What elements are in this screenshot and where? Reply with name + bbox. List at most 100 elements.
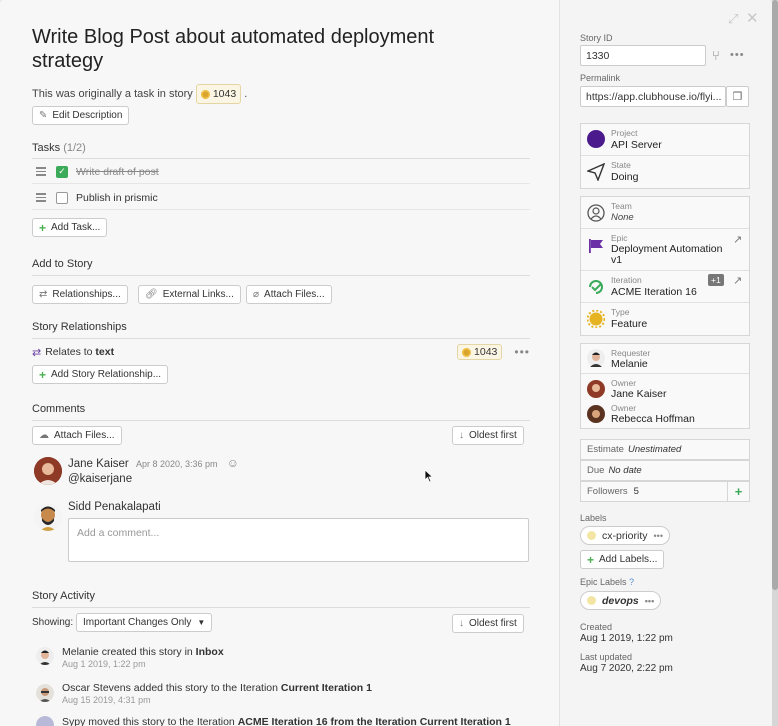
more-options-icon[interactable]: ••• [645,596,654,606]
story-title[interactable]: Write Blog Post about automated deployme… [32,25,502,73]
label-chip[interactable]: cx-priority ••• [580,526,670,545]
expand-icon[interactable]: ⤢ [728,11,738,27]
task-row[interactable]: Publish in prismic [32,186,530,210]
activity-action: moved this story to the Iteration [88,716,235,726]
activity-actor[interactable]: Sypy [62,716,85,726]
scrollbar[interactable] [772,0,778,726]
close-icon[interactable]: ✕ [746,9,759,27]
avatar [587,405,605,423]
more-options-icon[interactable]: ••• [514,345,530,359]
comments-sort-button[interactable]: ↓ Oldest first [452,426,524,445]
followers-count: 5 [633,486,639,497]
task-checkbox[interactable] [56,191,68,204]
avatar [36,647,54,665]
smiley-icon[interactable]: ☺ [227,456,239,470]
activity-when: Aug 1 2019, 1:22 pm [62,659,146,669]
add-story-relationship-button[interactable]: + Add Story Relationship... [32,365,169,384]
origin-story-chip[interactable]: 1043 [195,84,242,104]
comments-attach-files-button[interactable]: ☁ Attach Files... [32,426,122,445]
scrollbar-thumb[interactable] [772,0,778,590]
external-link-icon[interactable]: ↗ [733,233,742,246]
type-field[interactable]: Type Feature [581,303,749,335]
epic-label-chip[interactable]: devops ••• [580,591,662,610]
relationships-button[interactable]: ⇄ Relationships... [32,285,128,304]
estimate-field[interactable]: Estimate Unestimated [580,439,750,460]
drag-handle-icon[interactable] [36,167,46,176]
avatar [587,349,605,367]
add-task-button[interactable]: + Add Task... [32,218,108,237]
avatar [34,457,62,485]
type-value: Feature [611,318,648,330]
project-circle-icon [587,130,605,148]
story-id-field[interactable]: 1330 [580,45,706,66]
created-value: Aug 1 2019, 1:22 pm [580,633,673,644]
iteration-value: ACME Iteration 16 [611,286,697,298]
requester-sub: Requester [611,348,651,358]
story-sidebar: ⤢ ✕ Story ID 1330 ⑂ ••• Permalink https:… [559,0,772,726]
related-story-chip[interactable]: 1043 [457,344,503,360]
comment-input[interactable]: Add a comment... [68,518,529,562]
activity-sort-button[interactable]: ↓ Oldest first [452,614,524,633]
mouse-cursor-icon [424,469,434,483]
feature-gear-icon [587,310,605,328]
estimate-label: Estimate [587,444,624,455]
updated-label: Last updated [580,652,633,662]
comment-author[interactable]: Jane Kaiser [68,458,129,470]
permalink-label: Permalink [580,73,621,83]
comments-attach-label: Attach Files... [54,430,115,441]
avatar [36,684,54,702]
task-label[interactable]: Publish in prismic [76,192,158,204]
paperclip-icon: ⌀ [253,289,260,300]
branch-icon[interactable]: ⑂ [712,48,720,63]
tasks-count: (1/2) [63,142,86,154]
add-labels-button[interactable]: + Add Labels... [580,550,665,569]
feature-gear-icon [200,89,210,99]
story-relationships-heading: Story Relationships [32,321,127,333]
iteration-field[interactable]: Iteration ACME Iteration 16 +1 ↗ [581,271,749,303]
team-epic-box: Team None Epic Deployment Automation v1 … [580,196,750,336]
arrow-down-icon: ↓ [459,430,464,441]
state-field[interactable]: State Doing [581,156,749,188]
owner-value: Jane Kaiser [611,388,667,400]
activity-target[interactable]: Inbox [196,646,224,658]
owner-sub: Owner [611,403,637,413]
external-links-button[interactable]: 🔗︎ External Links... [138,285,241,304]
permalink-field[interactable]: https://app.clubhouse.io/flyi... [580,86,726,107]
add-to-story-heading: Add to Story [32,258,93,270]
pencil-icon: ✎ [39,110,48,121]
attach-files-button[interactable]: ⌀ Attach Files... [246,285,332,304]
add-follower-icon[interactable]: + [727,482,749,501]
task-label[interactable]: Write draft of post [76,166,159,178]
task-row[interactable]: ✓ Write draft of post [32,160,530,184]
epic-field[interactable]: Epic Deployment Automation v1 ↗ [581,229,749,271]
activity-actor[interactable]: Oscar Stevens [62,682,131,694]
requester-value: Melanie [611,358,648,370]
relates-prefix: Relates to [45,346,93,358]
project-field[interactable]: Project API Server [581,124,749,156]
help-icon[interactable]: ? [629,577,634,587]
activity-filter-select[interactable]: Important Changes Only ▼ [76,613,213,632]
epic-labels-heading-text: Epic Labels [580,577,627,587]
activity-target[interactable]: ACME Iteration 16 from the Iteration Cur… [238,716,511,726]
activity-filter-value: Important Changes Only [83,617,192,628]
attach-files-label: Attach Files... [264,289,325,300]
epic-label-name: devops [602,594,639,607]
team-field[interactable]: Team None [581,197,749,229]
swap-arrows-icon: ⇄ [39,289,48,300]
activity-target[interactable]: Current Iteration 1 [281,682,372,694]
edit-description-button[interactable]: ✎ Edit Description [32,106,130,125]
activity-actor[interactable]: Melanie [62,646,99,658]
copy-icon[interactable]: ❐ [726,86,749,107]
task-checkbox-checked[interactable]: ✓ [56,165,68,178]
drag-handle-icon[interactable] [36,193,46,202]
state-value: Doing [611,171,639,183]
more-options-icon[interactable]: ••• [730,49,745,61]
owners-field[interactable]: Owner Jane Kaiser Owner Rebecca Hoffman [581,374,749,428]
more-options-icon[interactable]: ••• [654,531,663,541]
estimate-value: Unestimated [627,444,682,455]
relates-target[interactable]: text [95,346,114,358]
tasks-heading: Tasks (1/2) [32,142,86,154]
due-field[interactable]: Due No date [580,460,750,481]
external-link-icon[interactable]: ↗ [733,274,742,287]
requester-field[interactable]: Requester Melanie [581,344,749,374]
